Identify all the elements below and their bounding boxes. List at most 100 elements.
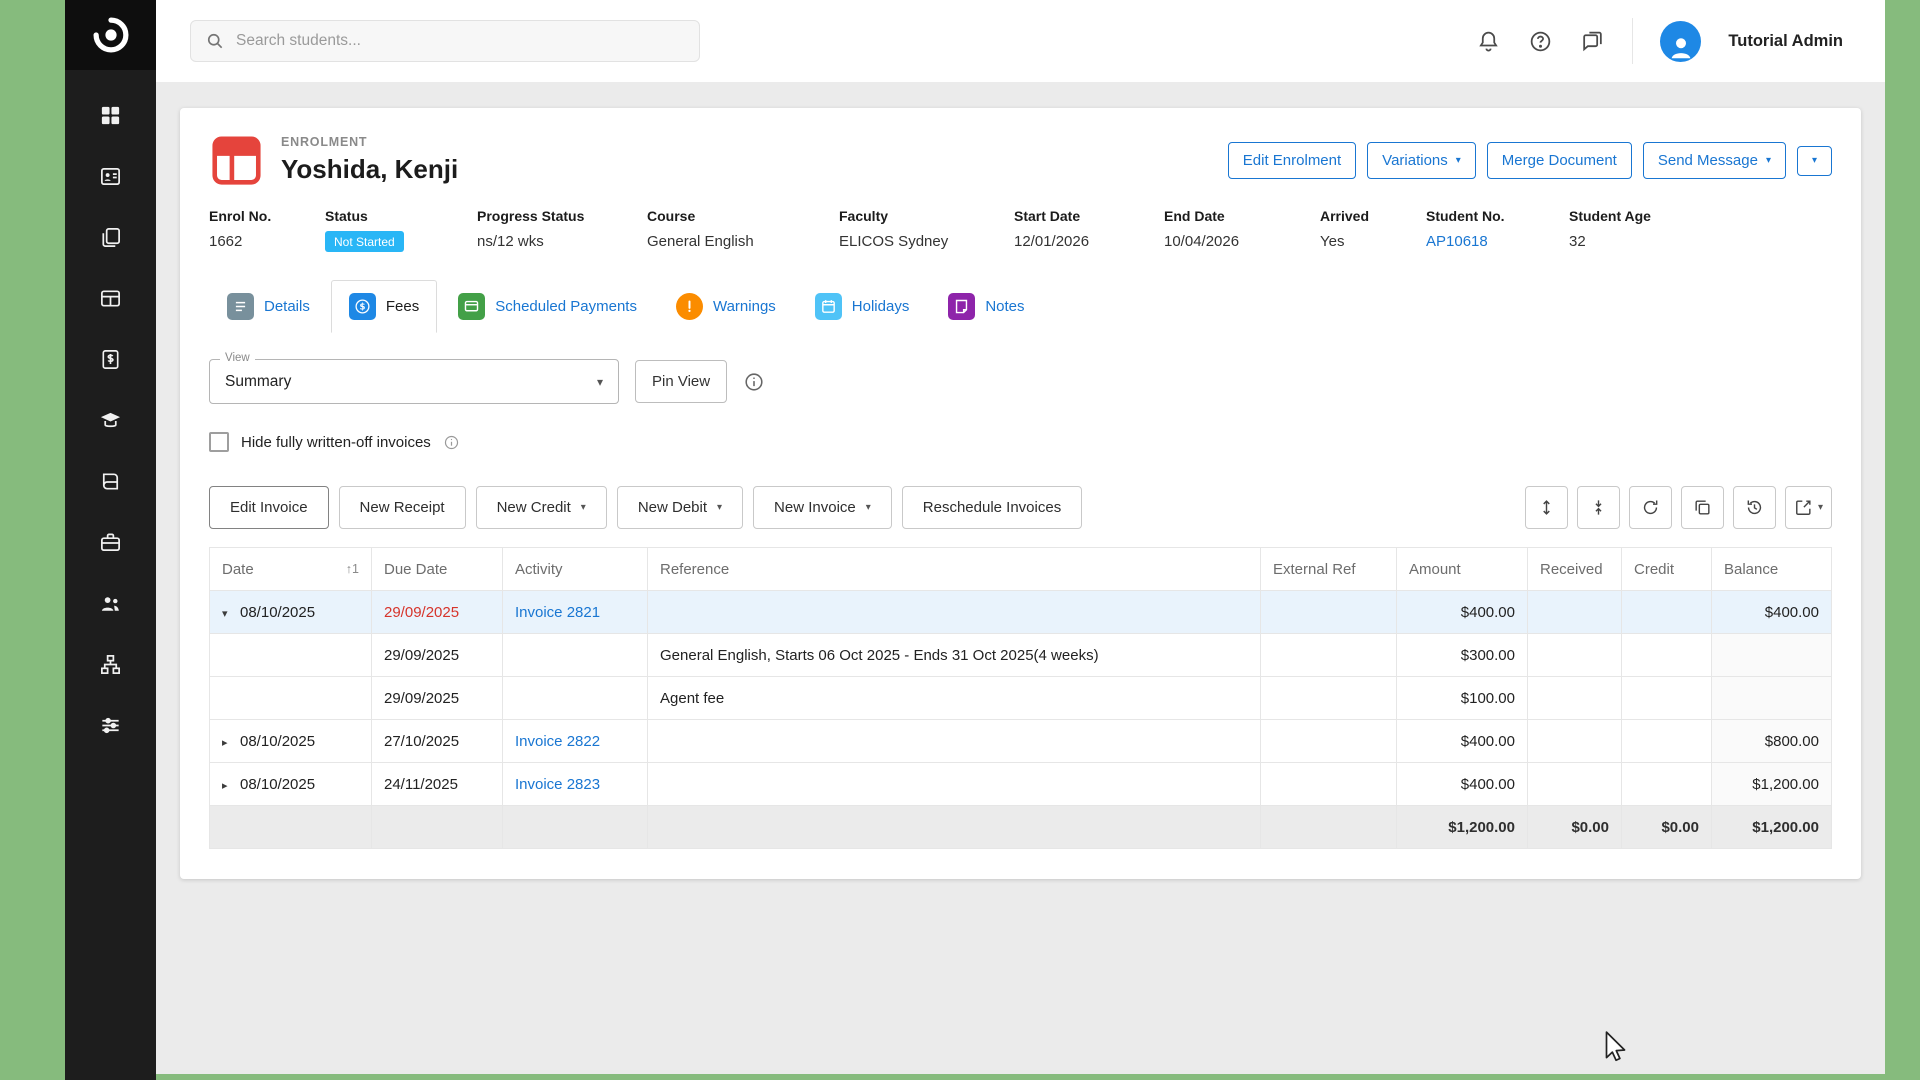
sidebar-item-organisation[interactable] [88,651,134,677]
details-icon [227,293,254,320]
collapse-row-icon[interactable]: ▾ [222,607,240,620]
messages-button[interactable] [1580,29,1605,54]
expand-rows-icon [1537,498,1556,517]
sidebar-item-agents[interactable] [88,529,134,555]
expand-row-icon[interactable]: ▸ [222,779,240,792]
info-value: Yes [1320,233,1426,250]
sidebar-item-enrolments[interactable] [88,224,134,250]
column-header-reference[interactable]: Reference [648,548,1261,591]
info-value[interactable]: AP10618 [1426,233,1569,250]
status-badge: Not Started [325,231,404,252]
help-button[interactable] [1528,29,1553,54]
pin-view-button[interactable]: Pin View [635,360,727,403]
caret-down-icon: ▾ [866,503,871,513]
bell-icon [1476,29,1501,54]
edit-enrolment-button[interactable]: Edit Enrolment [1228,142,1356,179]
column-header-amount[interactable]: Amount [1397,548,1528,591]
info-student-age: Student Age32 [1569,208,1651,250]
tab-notes[interactable]: Notes [930,280,1042,333]
sidebar-item-subjects[interactable] [88,468,134,494]
info-icon[interactable] [443,434,460,451]
sidebar-item-invoices[interactable] [88,346,134,372]
sidebar-item-dashboard[interactable] [88,102,134,128]
avatar[interactable] [1660,21,1701,62]
sidebar-item-settings[interactable] [88,712,134,738]
column-header-activity[interactable]: Activity [503,548,648,591]
info-progress-status: Progress Statusns/12 wks [477,208,647,250]
history-button[interactable] [1733,486,1776,529]
tab-details[interactable]: Details [209,280,328,333]
enrolment-icon [209,133,264,188]
column-header-received[interactable]: Received [1528,548,1622,591]
refresh-button[interactable] [1629,486,1672,529]
invoice-row[interactable]: ▸08/10/202524/11/2025Invoice 2823$400.00… [210,763,1832,806]
invoice-row[interactable]: 29/09/2025General English, Starts 06 Oct… [210,634,1832,677]
totals-row: $1,200.00$0.00$0.00$1,200.00 [210,806,1832,849]
new-invoice-button[interactable]: New Invoice▾ [753,486,892,529]
sidebar-item-staff[interactable] [88,590,134,616]
view-select[interactable]: View Summary ▾ [209,359,619,404]
caret-down-icon: ▾ [1818,503,1823,513]
view-select-label: View [220,352,255,364]
duplicate-view-button[interactable] [1681,486,1724,529]
invoice-row[interactable]: ▾08/10/202529/09/2025Invoice 2821$400.00… [210,591,1832,634]
tab-holidays[interactable]: Holidays [797,280,928,333]
fees-icon: $ [349,293,376,320]
invoice-row[interactable]: ▸08/10/202527/10/2025Invoice 2822$400.00… [210,720,1832,763]
notifications-button[interactable] [1476,29,1501,54]
logo-icon [90,14,132,56]
more-actions-button[interactable]: ▾ [1797,146,1832,176]
merge-document-button[interactable]: Merge Document [1487,142,1632,179]
classes-icon [99,287,122,310]
export-button[interactable]: ▾ [1785,486,1832,529]
chat-icon [1580,29,1605,54]
invoice-row[interactable]: 29/09/2025Agent fee$100.00 [210,677,1832,720]
info-enrol-no: Enrol No.1662 [209,208,325,250]
info-student-no: Student No.AP10618 [1426,208,1569,250]
invoice-toolbar: Edit InvoiceNew ReceiptNew Credit▾New De… [209,486,1832,529]
warnings-icon [676,293,703,320]
invoice-link[interactable]: Invoice 2823 [515,776,600,793]
collapse-all-rows-button[interactable] [1577,486,1620,529]
column-header-external-ref[interactable]: External Ref [1261,548,1397,591]
tab-fees[interactable]: $Fees [331,280,437,333]
new-debit-button[interactable]: New Debit▾ [617,486,743,529]
sidebar-item-timetables[interactable] [88,285,134,311]
duplicate-icon [1693,498,1712,517]
column-header-due-date[interactable]: Due Date [372,548,503,591]
expand-row-icon[interactable]: ▸ [222,736,240,749]
column-header-date[interactable]: Date↑1 [210,548,372,591]
topbar-right: Tutorial Admin [1476,18,1843,64]
agents-icon [99,531,122,554]
table-header-row: Date↑1Due DateActivityReferenceExternal … [210,548,1832,591]
invoice-link[interactable]: Invoice 2821 [515,604,600,621]
reschedule-invoices-button[interactable]: Reschedule Invoices [902,486,1082,529]
courses-icon [99,409,122,432]
column-header-balance[interactable]: Balance [1712,548,1832,591]
send-message-button[interactable]: Send Message▾ [1643,142,1786,179]
tab-warnings[interactable]: Warnings [658,280,794,333]
info-icon[interactable] [743,371,765,393]
total-balance: $1,200.00 [1712,806,1832,849]
card-header: ENROLMENT Yoshida, Kenji Edit EnrolmentV… [180,108,1861,192]
tab-scheduled-payments[interactable]: Scheduled Payments [440,280,655,333]
caret-down-icon: ▾ [581,503,586,513]
expand-all-rows-button[interactable] [1525,486,1568,529]
fees-panel: View Summary ▾ Pin View Hide fully writt… [180,333,1861,879]
new-receipt-button[interactable]: New Receipt [339,486,466,529]
column-header-credit[interactable]: Credit [1622,548,1712,591]
hide-written-off-checkbox[interactable] [209,432,229,452]
divider [1632,18,1633,64]
new-credit-button[interactable]: New Credit▾ [476,486,607,529]
app-logo[interactable] [65,0,156,70]
search-input[interactable] [236,32,685,50]
edit-invoice-button[interactable]: Edit Invoice [209,486,329,529]
content-area: ENROLMENT Yoshida, Kenji Edit EnrolmentV… [156,82,1885,1074]
invoice-link[interactable]: Invoice 2822 [515,733,600,750]
variations-button[interactable]: Variations▾ [1367,142,1476,179]
history-icon [1745,498,1764,517]
info-value: ns/12 wks [477,233,647,250]
sidebar-item-courses[interactable] [88,407,134,433]
search-box[interactable] [190,20,700,62]
sidebar-item-students[interactable] [88,163,134,189]
